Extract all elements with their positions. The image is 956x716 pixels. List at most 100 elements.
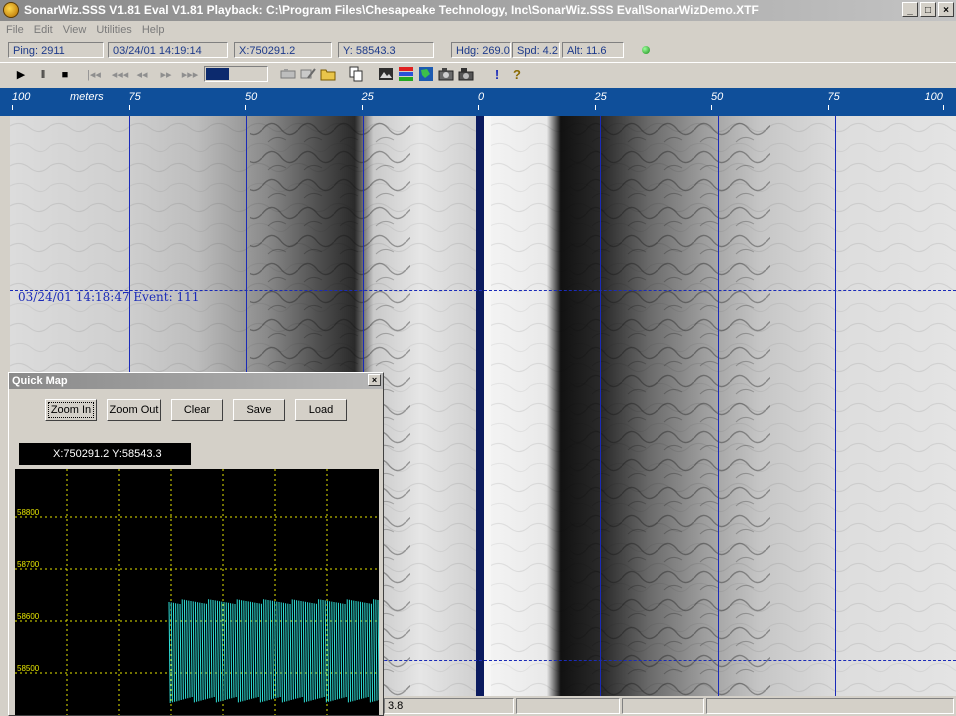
qm-track-line (291, 599, 294, 700)
navigation-status-bar: Ping: 2911 03/24/01 14:19:14 X:750291.2 … (0, 40, 956, 60)
open-folder-icon[interactable] (320, 66, 336, 82)
qm-track-line (333, 601, 336, 701)
playback-progress[interactable] (204, 66, 268, 82)
alert-icon[interactable]: ! (488, 66, 506, 84)
stop-button[interactable]: ■ (56, 66, 74, 84)
datetime-readout: 03/24/01 14:19:14 (108, 42, 228, 58)
ruler-tick-label: 100 (924, 91, 943, 103)
qm-track-line (245, 600, 248, 701)
rewind-button[interactable]: ◂◂ (132, 66, 152, 84)
qm-track-line (304, 601, 308, 702)
image-view-icon[interactable] (378, 66, 394, 82)
ruler-tick-label: 50 (711, 91, 724, 103)
play-button[interactable]: ▶ (12, 66, 30, 84)
record-tool-icon[interactable] (438, 66, 454, 82)
qm-track-line (234, 603, 237, 698)
qm-track-line (282, 602, 286, 702)
qm-track-line (364, 602, 367, 698)
qm-track-line (238, 599, 242, 702)
status-cell (622, 698, 704, 714)
qm-track-line (175, 603, 178, 702)
qm-track-line (320, 599, 323, 698)
qm-y-tick-label: 58600 (17, 612, 40, 621)
qm-track-line (340, 603, 343, 699)
quick-map-plot[interactable]: 58800 58700 58600 58500 (15, 469, 379, 715)
qm-track-line (212, 599, 215, 698)
menu-file[interactable]: File (6, 24, 24, 36)
qm-track-line (375, 599, 378, 701)
qm-track-line (331, 601, 334, 701)
menu-utilities[interactable]: Utilities (96, 24, 131, 36)
zoom-out-button[interactable]: Zoom Out (107, 399, 161, 421)
menu-bar: File Edit View Utilities Help (0, 21, 956, 39)
qm-track-line (168, 601, 171, 704)
ruler-tick-mark (128, 105, 130, 110)
qm-track-line (214, 600, 217, 703)
qm-track-line (249, 601, 253, 699)
qm-track-line (278, 601, 281, 698)
qm-y-tick-label: 58800 (17, 508, 40, 517)
qm-track-line (260, 603, 264, 702)
fast-rewind-button[interactable]: ◂◂◂ (108, 66, 132, 84)
edit-tool-icon[interactable] (300, 66, 316, 82)
qm-track-line (177, 603, 180, 701)
pause-button[interactable]: ‖ (34, 66, 52, 84)
maximize-button[interactable]: □ (920, 2, 936, 17)
qm-track-line (236, 599, 239, 703)
qm-track-line (208, 599, 211, 699)
quick-map-window[interactable]: Quick Map × Zoom In Zoom Out Clear Save … (8, 372, 384, 716)
save-button[interactable]: Save (233, 399, 285, 421)
ruler-tick-label: 75 (827, 91, 840, 103)
qm-track-line (368, 603, 371, 703)
load-button[interactable]: Load (295, 399, 347, 421)
ruler-tick-mark (245, 105, 246, 110)
qm-track-line (216, 600, 220, 702)
qm-track-line (254, 602, 257, 698)
window-title-bar: SonarWiz.SSS V1.81 Eval V1.81 Playback: … (0, 0, 956, 21)
quick-map-title-bar[interactable]: Quick Map × (9, 373, 383, 389)
ruler-tick-label: 25 (361, 91, 374, 103)
qm-track-line (227, 602, 231, 699)
quick-map-close-button[interactable]: × (368, 374, 381, 386)
close-button[interactable]: × (938, 2, 954, 17)
help-icon[interactable]: ? (508, 66, 526, 84)
qm-track-line (326, 600, 330, 702)
speed-readout: Spd: 4.2 (512, 42, 560, 58)
map-view-icon[interactable] (418, 66, 434, 82)
clear-button[interactable]: Clear (171, 399, 223, 421)
menu-edit[interactable]: Edit (34, 24, 53, 36)
first-record-button[interactable]: |◂◂ (82, 66, 106, 84)
qm-track-line (289, 603, 292, 701)
zoom-in-button[interactable]: Zoom In (45, 399, 97, 421)
status-value: 3.8 (384, 698, 514, 714)
qm-track-line (296, 600, 299, 699)
settings-tool-icon[interactable] (280, 66, 296, 82)
palette-icon[interactable] (398, 66, 414, 82)
qm-track-line (243, 600, 246, 701)
camera-tool-icon[interactable] (458, 66, 474, 82)
qm-track-line (342, 603, 345, 698)
window-controls: _ □ × (902, 2, 954, 17)
qm-track-line (322, 599, 325, 698)
menu-view[interactable]: View (63, 24, 87, 36)
menu-help[interactable]: Help (142, 24, 165, 36)
qm-track-line (276, 601, 279, 698)
minimize-button[interactable]: _ (902, 2, 918, 17)
qm-track-line (190, 600, 193, 698)
ruler-tick-label: 100 (12, 91, 31, 103)
qm-track-line (172, 602, 176, 702)
forward-button[interactable]: ▸▸ (156, 66, 176, 84)
qm-track-line (197, 602, 200, 702)
qm-track-line (225, 602, 228, 700)
qm-track-line (370, 603, 374, 702)
qm-track-line (324, 600, 327, 703)
quick-map-title: Quick Map (12, 375, 68, 387)
fast-forward-button[interactable]: ▸▸▸ (178, 66, 202, 84)
quick-map-coordinates: X:750291.2 Y:58543.3 (19, 443, 191, 465)
heading-readout: Hdg: 269.0 (451, 42, 511, 58)
ruler-tick-mark (12, 105, 13, 110)
qm-track-line (181, 599, 184, 700)
copy-icon[interactable] (348, 66, 364, 82)
qm-track-line (232, 603, 235, 698)
qm-track-line (194, 601, 198, 702)
